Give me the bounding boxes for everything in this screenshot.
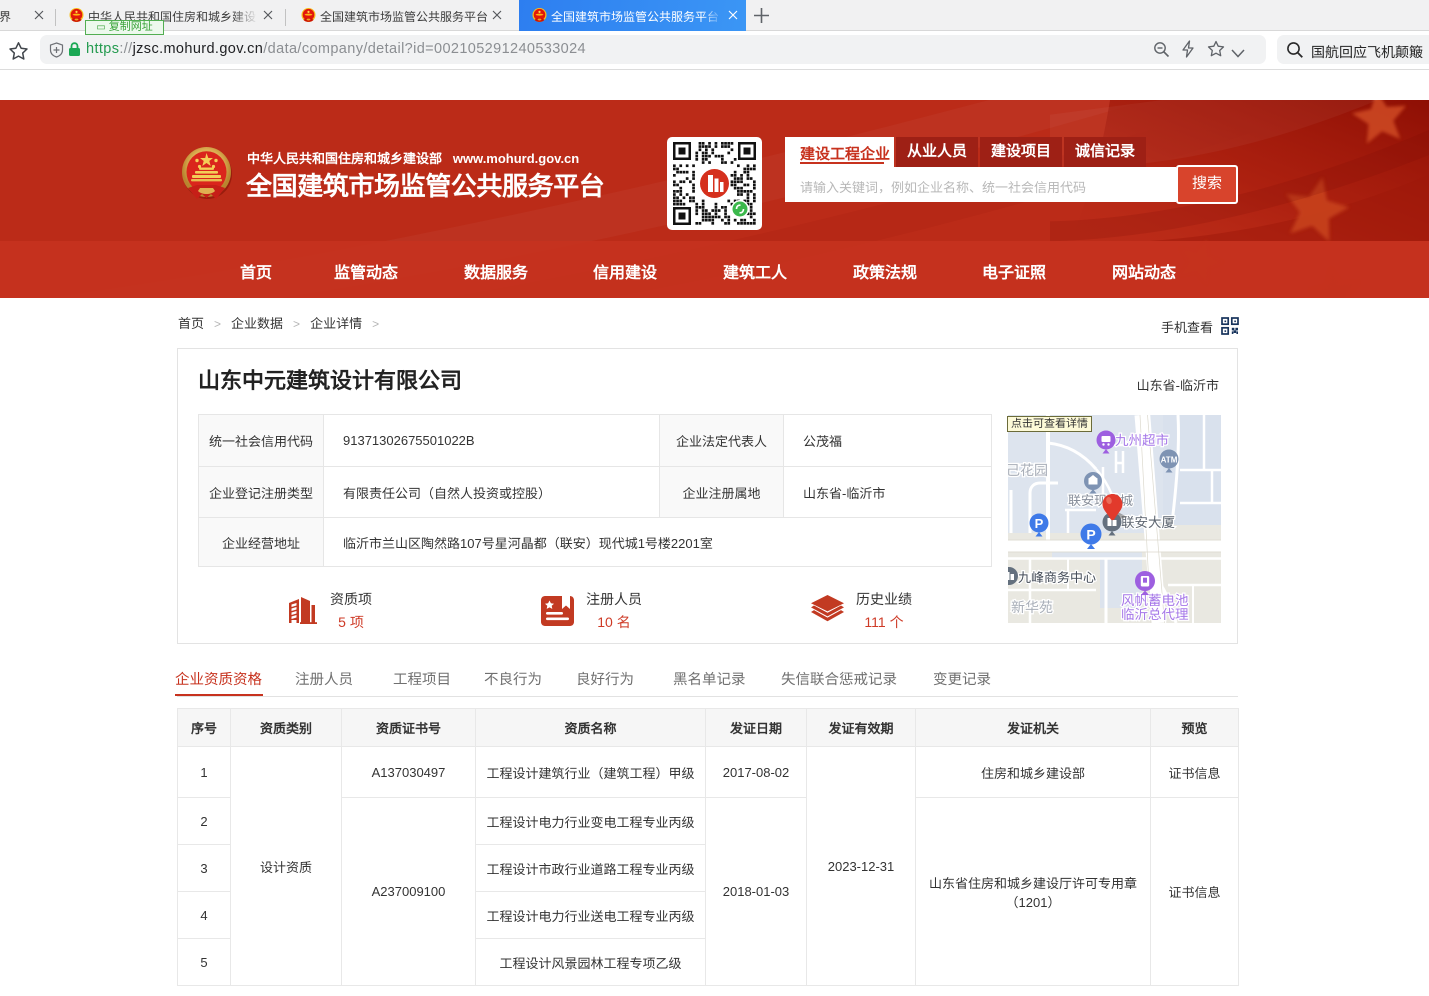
- svg-text:P: P: [1035, 516, 1044, 531]
- svg-text:联安大厦: 联安大厦: [1121, 515, 1175, 530]
- svg-text:新华苑: 新华苑: [1011, 599, 1053, 615]
- svg-text:九峰商务中心: 九峰商务中心: [1018, 570, 1096, 585]
- svg-text:九州超市: 九州超市: [1115, 433, 1169, 448]
- svg-text:ATM: ATM: [1161, 456, 1178, 465]
- svg-text:联安现代城: 联安现代城: [1068, 493, 1133, 508]
- svg-text:临沂总代理: 临沂总代理: [1121, 607, 1189, 622]
- svg-text:P: P: [1086, 527, 1095, 543]
- svg-text:己花园: 己花园: [1008, 462, 1048, 478]
- svg-text:风帆蓄电池: 风帆蓄电池: [1121, 593, 1189, 608]
